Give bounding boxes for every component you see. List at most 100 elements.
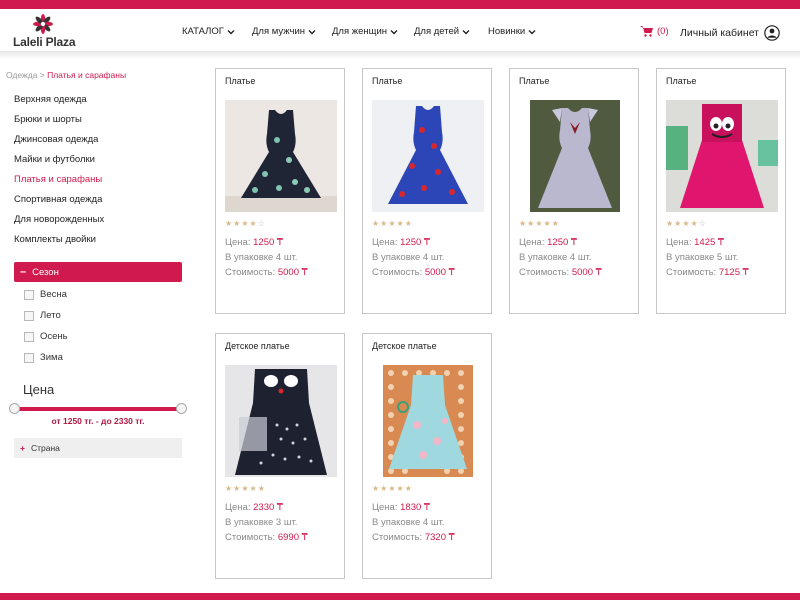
product-image[interactable] bbox=[530, 100, 620, 212]
flower-logo-icon bbox=[33, 14, 53, 34]
price-label: Цена: bbox=[372, 502, 398, 513]
dress-image bbox=[225, 100, 337, 212]
nav-women[interactable]: Для женщин bbox=[332, 26, 398, 37]
site-header: Laleli Plaza КАТАЛОГ Для мужчин Для женщ… bbox=[0, 9, 800, 51]
nav-kids[interactable]: Для детей bbox=[414, 26, 470, 37]
price-range-text: от 1250 тг. - до 2330 тг. bbox=[51, 416, 145, 426]
cost-label: Стоимость: bbox=[372, 267, 423, 278]
product-card[interactable]: Платье ★★★★☆ Цена: 1250 ₸ В упаковке 4 ш… bbox=[215, 68, 345, 314]
category-item[interactable]: Верхняя одежда bbox=[14, 94, 87, 105]
product-title[interactable]: Детское платье bbox=[225, 341, 290, 351]
product-title[interactable]: Платье bbox=[666, 76, 696, 86]
checkbox[interactable] bbox=[24, 352, 34, 363]
product-card[interactable]: Детское платье ★★★★★ Цена: 2330 ₸ В упак… bbox=[215, 333, 345, 579]
category-item[interactable]: Брюки и шорты bbox=[14, 114, 82, 125]
category-item[interactable]: Джинсовая одежда bbox=[14, 134, 98, 145]
season-option-spring[interactable]: Весна bbox=[24, 289, 67, 300]
dress-image bbox=[225, 365, 337, 477]
collapse-icon: – bbox=[20, 266, 27, 278]
price-slider-min-handle[interactable] bbox=[9, 403, 20, 414]
category-item[interactable]: Спортивная одежда bbox=[14, 194, 102, 205]
price-line: Цена: 2330 ₸ bbox=[225, 502, 283, 513]
nav-catalog[interactable]: КАТАЛОГ bbox=[182, 26, 235, 37]
cost-line: Стоимость: 5000 ₸ bbox=[225, 267, 308, 278]
dress-image bbox=[372, 100, 484, 212]
price-label: Цена: bbox=[225, 237, 251, 248]
category-item[interactable]: Комплекты двойки bbox=[14, 234, 96, 245]
rating-stars: ★★★★★ bbox=[372, 219, 413, 228]
category-item[interactable]: Майки и футболки bbox=[14, 154, 95, 165]
product-card[interactable]: Детское платье ★★★★★ Цена: 1830 ₸ В упак… bbox=[362, 333, 492, 579]
bottom-accent-bar bbox=[0, 593, 800, 600]
price-line: Цена: 1250 ₸ bbox=[372, 237, 430, 248]
dress-image bbox=[666, 100, 778, 212]
account-link[interactable]: Личный кабинет bbox=[680, 25, 780, 41]
product-image[interactable] bbox=[225, 365, 337, 477]
country-filter-header[interactable]: + Страна bbox=[14, 438, 182, 458]
cart-button[interactable]: (0) bbox=[640, 25, 669, 37]
category-item-active[interactable]: Платья и сарафаны bbox=[14, 174, 102, 185]
price-label: Цена: bbox=[519, 237, 545, 248]
cost-line: Стоимость: 7125 ₸ bbox=[666, 267, 749, 278]
rating-stars: ★★★★★ bbox=[372, 484, 413, 493]
option-label: Зима bbox=[40, 352, 63, 363]
product-image[interactable] bbox=[666, 100, 778, 212]
cost-line: Стоимость: 5000 ₸ bbox=[519, 267, 602, 278]
price-line: Цена: 1830 ₸ bbox=[372, 502, 430, 513]
price-value: 1250 ₸ bbox=[400, 237, 430, 248]
cost-label: Стоимость: bbox=[225, 267, 276, 278]
product-title[interactable]: Детское платье bbox=[372, 341, 437, 351]
season-option-summer[interactable]: Лето bbox=[24, 310, 61, 321]
product-title[interactable]: Платье bbox=[372, 76, 402, 86]
price-slider-max-handle[interactable] bbox=[176, 403, 187, 414]
product-card[interactable]: Платье ★★★★★ Цена: 1250 ₸ В упаковке 4 ш… bbox=[509, 68, 639, 314]
price-value: 1425 ₸ bbox=[694, 237, 724, 248]
cost-line: Стоимость: 5000 ₸ bbox=[372, 267, 455, 278]
country-label: Страна bbox=[30, 443, 60, 453]
product-card[interactable]: Платье ★★★★★ Цена: 1250 ₸ В упаковке 4 ш… bbox=[362, 68, 492, 314]
dress-image bbox=[383, 365, 473, 477]
category-item[interactable]: Для новорожденных bbox=[14, 214, 104, 225]
product-image[interactable] bbox=[383, 365, 473, 477]
price-slider-track[interactable] bbox=[14, 407, 182, 411]
breadcrumb-parent[interactable]: Одежда > bbox=[6, 70, 45, 80]
product-card[interactable]: Платье ★★★★☆ Цена: 1425 ₸ В упаковке 5 ш… bbox=[656, 68, 786, 314]
checkbox[interactable] bbox=[24, 310, 34, 321]
nav-label: Для женщин bbox=[332, 26, 388, 37]
nav-new[interactable]: Новинки bbox=[488, 26, 536, 37]
season-option-winter[interactable]: Зима bbox=[24, 352, 63, 363]
logo[interactable]: Laleli Plaza bbox=[13, 13, 76, 49]
cost-value: 7125 ₸ bbox=[718, 267, 749, 278]
product-title[interactable]: Платье bbox=[519, 76, 549, 86]
chevron-down-icon bbox=[227, 29, 235, 34]
rating-stars: ★★★★★ bbox=[225, 484, 266, 493]
cost-value: 5000 ₸ bbox=[277, 267, 308, 278]
cost-value: 5000 ₸ bbox=[424, 267, 455, 278]
option-label: Весна bbox=[40, 289, 67, 300]
price-value: 2330 ₸ bbox=[253, 502, 283, 513]
dress-image bbox=[530, 100, 620, 212]
pack-info: В упаковке 4 шт. bbox=[372, 517, 445, 528]
product-image[interactable] bbox=[225, 100, 337, 212]
price-label: Цена: bbox=[666, 237, 692, 248]
price-value: 1250 ₸ bbox=[547, 237, 577, 248]
season-option-autumn[interactable]: Осень bbox=[24, 331, 68, 342]
nav-men[interactable]: Для мужчин bbox=[252, 26, 316, 37]
cost-line: Стоимость: 7320 ₸ bbox=[372, 532, 455, 543]
product-title[interactable]: Платье bbox=[225, 76, 255, 86]
checkbox[interactable] bbox=[24, 289, 34, 300]
pack-info: В упаковке 4 шт. bbox=[225, 252, 298, 263]
cost-value: 5000 ₸ bbox=[571, 267, 602, 278]
price-line: Цена: 1250 ₸ bbox=[519, 237, 577, 248]
chevron-down-icon bbox=[308, 29, 316, 34]
season-filter-header[interactable]: – Сезон bbox=[14, 262, 182, 282]
product-image[interactable] bbox=[372, 100, 484, 212]
rating-stars: ★★★★★ bbox=[519, 219, 560, 228]
pack-info: В упаковке 4 шт. bbox=[519, 252, 592, 263]
price-value: 1830 ₸ bbox=[400, 502, 430, 513]
option-label: Лето bbox=[40, 310, 61, 321]
header-divider bbox=[0, 51, 800, 59]
cost-label: Стоимость: bbox=[372, 532, 423, 543]
checkbox[interactable] bbox=[24, 331, 34, 342]
nav-label: Новинки bbox=[488, 26, 526, 37]
